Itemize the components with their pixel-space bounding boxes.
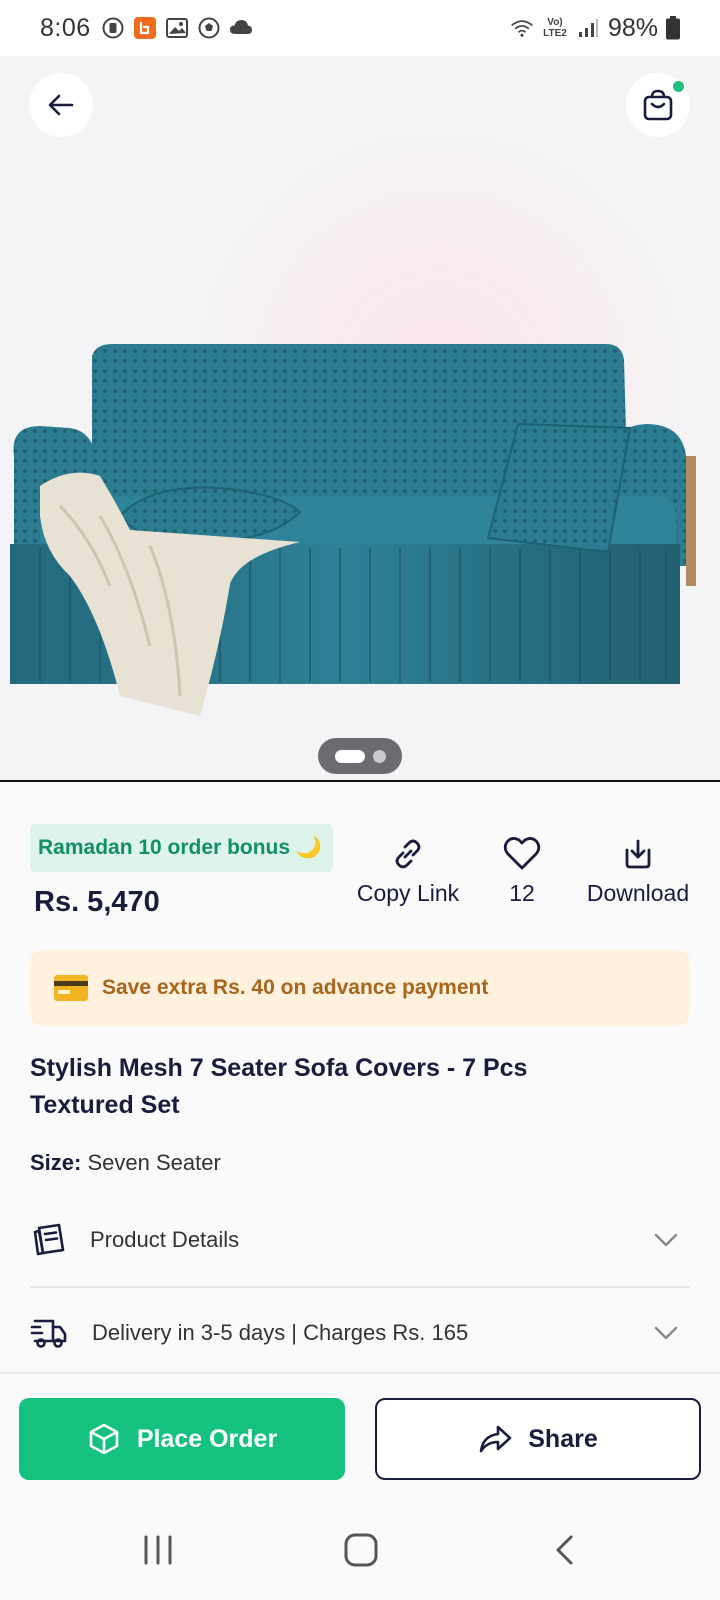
signal-icon xyxy=(576,16,600,40)
footer-divider xyxy=(0,1372,720,1374)
pager-dot[interactable] xyxy=(372,749,386,763)
copy-link-label: Copy Link xyxy=(356,880,460,906)
network-label: Vo) LTE2 xyxy=(543,17,567,39)
advance-payment-banner: Save extra Rs. 40 on advance payment xyxy=(30,950,690,1026)
system-back-button[interactable] xyxy=(534,1530,594,1570)
ramadan-bonus-badge: Ramadan 10 order bonus 🌙 xyxy=(30,824,333,872)
recent-apps-button[interactable] xyxy=(128,1530,188,1570)
share-button[interactable]: Share xyxy=(375,1398,701,1480)
pager-dot-active[interactable] xyxy=(334,749,365,763)
chevron-left-icon xyxy=(556,1535,573,1565)
status-right: Vo) LTE2 98% xyxy=(510,14,680,43)
download-label: Download xyxy=(586,880,690,906)
gallery-icon xyxy=(165,16,189,40)
link-icon xyxy=(395,839,421,869)
share-icon xyxy=(479,1425,512,1453)
accordion-divider xyxy=(30,1286,690,1288)
chevron-down-icon xyxy=(654,1233,678,1247)
home-button[interactable] xyxy=(331,1530,391,1570)
place-order-button[interactable]: Place Order xyxy=(19,1398,345,1480)
size-row: Size: Seven Seater xyxy=(30,1150,221,1176)
gallery-pager xyxy=(318,738,402,774)
home-icon xyxy=(344,1533,378,1567)
arrow-left-icon xyxy=(48,94,74,116)
advance-payment-text: Save extra Rs. 40 on advance payment xyxy=(102,976,489,999)
shopping-bag-icon xyxy=(643,89,673,121)
cloud-icon xyxy=(229,16,253,40)
wifi-icon xyxy=(510,16,534,40)
product-details-label: Product Details xyxy=(90,1227,240,1252)
delivery-row[interactable]: Delivery in 3-5 days | Charges Rs. 165 xyxy=(30,1293,690,1373)
delivery-truck-icon xyxy=(30,1319,67,1348)
like-button[interactable]: 12 xyxy=(462,836,582,907)
cart-button[interactable] xyxy=(626,73,690,137)
status-time: 8:06 xyxy=(40,13,91,42)
product-image-gallery[interactable] xyxy=(0,56,720,782)
recent-apps-icon xyxy=(144,1535,172,1565)
box-icon xyxy=(89,1423,119,1455)
document-icon xyxy=(33,1223,65,1256)
copy-link-button[interactable]: Copy Link xyxy=(348,836,468,907)
delivery-label: Delivery in 3-5 days | Charges Rs. 165 xyxy=(92,1320,469,1345)
status-bar: 8:06 Vo) LTE2 98% xyxy=(0,0,720,56)
football-icon xyxy=(197,16,221,40)
sync-icon xyxy=(101,16,125,40)
battery-icon xyxy=(666,16,680,40)
size-value: Seven Seater xyxy=(87,1150,221,1175)
cart-badge xyxy=(673,81,684,92)
heart-icon xyxy=(503,837,541,870)
product-image-sofa xyxy=(10,344,696,716)
download-button[interactable]: Download xyxy=(578,836,698,907)
product-details-row[interactable]: Product Details xyxy=(30,1200,690,1280)
system-nav-bar xyxy=(0,1500,720,1600)
battery-percent: 98% xyxy=(607,13,658,42)
credit-card-icon xyxy=(54,975,88,1001)
download-icon xyxy=(625,839,651,869)
size-key: Size: xyxy=(30,1150,82,1175)
app-notification-icon xyxy=(133,16,157,40)
product-title: Stylish Mesh 7 Seater Sofa Covers - 7 Pc… xyxy=(30,1054,528,1119)
back-button[interactable] xyxy=(29,73,93,137)
bonus-label: Ramadan 10 order bonus 🌙 xyxy=(38,836,323,859)
place-order-label: Place Order xyxy=(136,1424,278,1453)
like-count: 12 xyxy=(509,880,535,906)
chevron-down-icon xyxy=(654,1326,678,1340)
share-label: Share xyxy=(528,1424,598,1453)
notification-icons xyxy=(101,16,253,40)
product-price: Rs. 5,470 xyxy=(34,886,160,918)
